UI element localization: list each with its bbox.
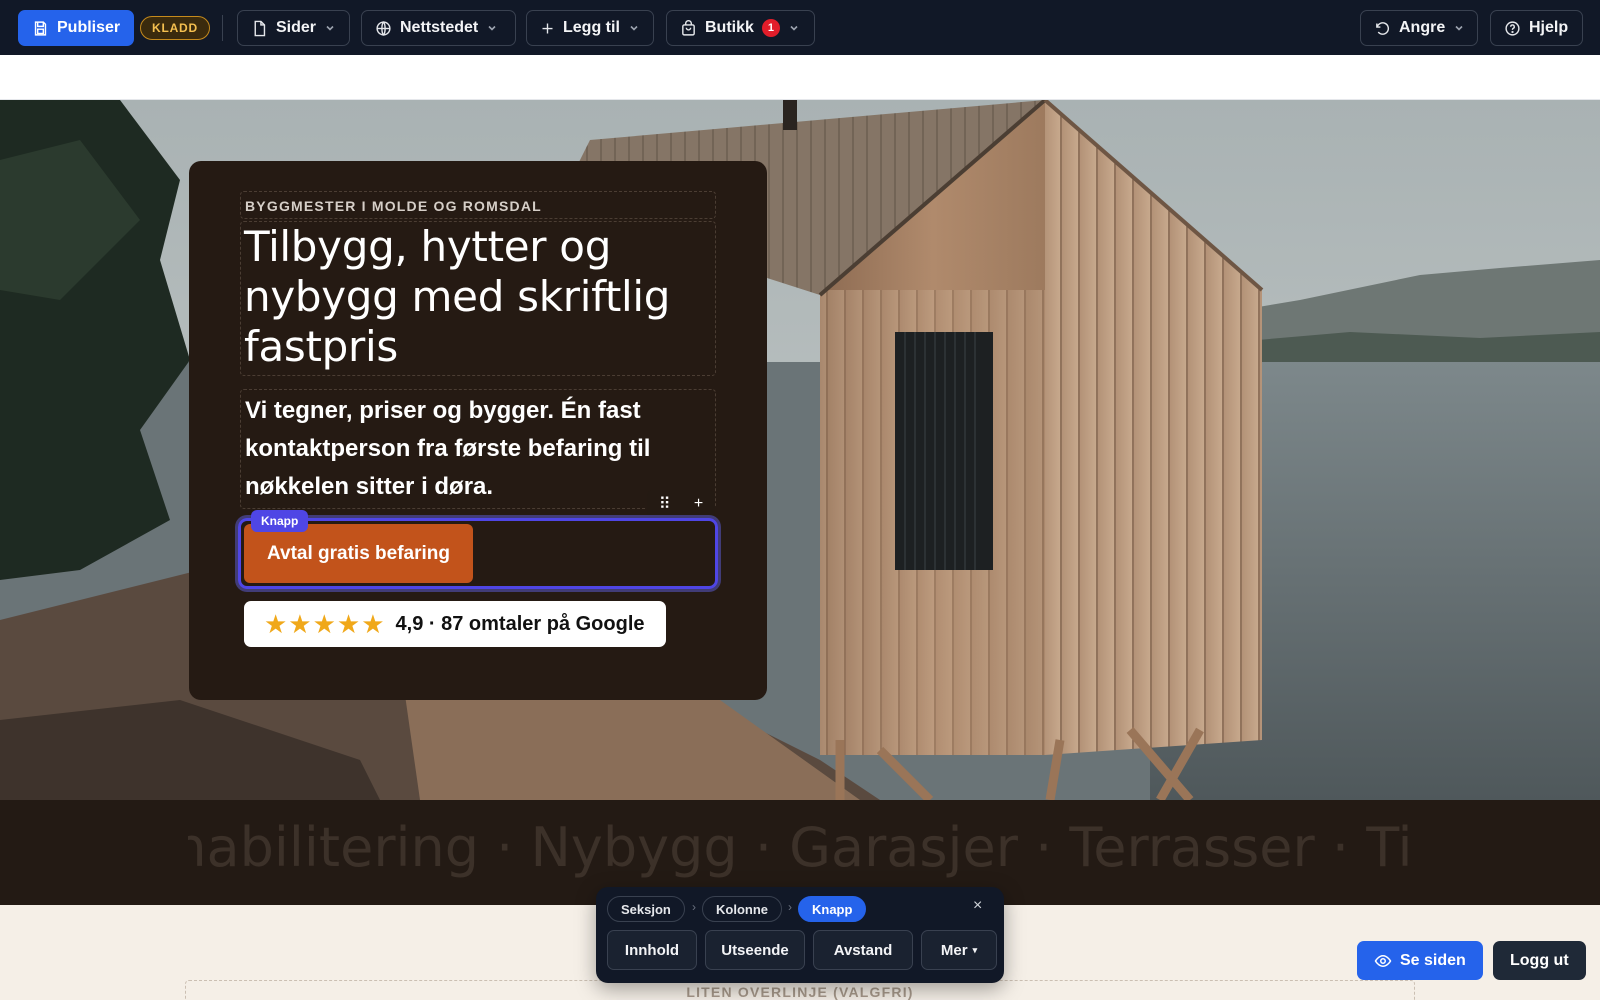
draft-badge: KLADD	[140, 16, 210, 40]
logout-label: Logg ut	[1510, 951, 1569, 969]
chevron-down-icon	[1455, 25, 1463, 31]
chevron-down-icon	[488, 25, 496, 31]
shop-label: Butikk	[705, 19, 754, 36]
shop-menu-button[interactable]: Butikk 1	[666, 10, 815, 46]
pages-label: Sider	[276, 19, 317, 36]
hero-title: Tilbygg, hytter og nybygg med skriftlig …	[244, 222, 671, 371]
undo-menu-button[interactable]: Angre	[1360, 10, 1478, 46]
breadcrumb-separator: ›	[692, 900, 696, 914]
page-icon	[254, 20, 266, 36]
globe-icon	[376, 20, 391, 36]
book-inspection-button[interactable]: Avtal gratis befaring	[244, 524, 473, 583]
add-block-icon[interactable]: +	[694, 495, 703, 513]
add-menu-button[interactable]: Legg til	[526, 10, 654, 46]
google-rating-badge: ★★★★★ 4,9 · 87 omtaler på Google	[244, 601, 666, 647]
publish-button[interactable]: Publiser	[18, 10, 135, 46]
breadcrumb-separator: ›	[788, 900, 792, 914]
appearance-tab-button[interactable]: Utseende	[705, 930, 805, 970]
eye-icon	[1374, 954, 1392, 967]
editor-toolbar: Publiser KLADD Sider Nettstedet Legg til…	[0, 0, 1600, 55]
chevron-down-icon	[790, 25, 798, 31]
optional-overline-placeholder[interactable]: LITEN OVERLINJE (VALGFRI)	[0, 984, 1600, 1000]
rating-text: 4,9 · 87 omtaler på Google	[395, 612, 645, 635]
more-menu-button[interactable]: Mer ▾	[921, 930, 997, 970]
breadcrumb-section[interactable]: Seksjon	[607, 896, 685, 922]
help-label: Hjelp	[1529, 19, 1569, 36]
site-header	[0, 55, 1600, 100]
drag-handle-icon[interactable]: ⠿	[659, 494, 671, 514]
breadcrumb-column[interactable]: Kolonne	[702, 896, 782, 922]
undo-label: Angre	[1399, 19, 1446, 36]
element-context-toolbar: Seksjon › Kolonne › Knapp × Innhold Utse…	[596, 887, 1004, 983]
selection-type-tag: Knapp	[251, 510, 309, 532]
add-label: Legg til	[563, 19, 620, 36]
hero-description: Vi tegner, priser og bygger. Én fast kon…	[245, 397, 651, 500]
hero-overline: BYGGMESTER I MOLDE OG ROMSDAL	[245, 198, 542, 214]
publish-label: Publiser	[57, 19, 121, 36]
view-site-label: Se siden	[1400, 951, 1466, 969]
website-label: Nettstedet	[400, 19, 479, 36]
pages-menu-button[interactable]: Sider	[237, 10, 350, 46]
logout-button[interactable]: Logg ut	[1493, 941, 1586, 980]
shop-count-badge: 1	[761, 19, 780, 37]
spacing-tab-button[interactable]: Avstand	[813, 930, 913, 970]
save-icon	[34, 20, 47, 36]
shopping-bag-icon	[682, 19, 695, 36]
content-tab-button[interactable]: Innhold	[607, 930, 697, 970]
website-menu-button[interactable]: Nettstedet	[361, 10, 516, 46]
plus-icon	[542, 23, 553, 33]
chevron-down-icon	[326, 25, 334, 31]
caret-down-icon: ▾	[972, 944, 978, 955]
breadcrumb-button[interactable]: Knapp	[798, 896, 867, 922]
view-site-button[interactable]: Se siden	[1357, 941, 1483, 980]
marquee-text: Rehabilitering · Nybygg · Garasjer · Ter…	[188, 816, 1412, 879]
more-label: Mer	[940, 941, 968, 959]
star-rating-icon: ★★★★★	[264, 608, 386, 639]
toolbar-divider	[222, 15, 223, 41]
chevron-down-icon	[630, 25, 638, 31]
help-button[interactable]: Hjelp	[1490, 10, 1583, 46]
block-mini-toolbar: ⠿ +	[647, 490, 715, 518]
help-circle-icon	[1505, 20, 1520, 36]
undo-icon	[1376, 21, 1390, 35]
close-icon[interactable]: ×	[973, 897, 982, 915]
